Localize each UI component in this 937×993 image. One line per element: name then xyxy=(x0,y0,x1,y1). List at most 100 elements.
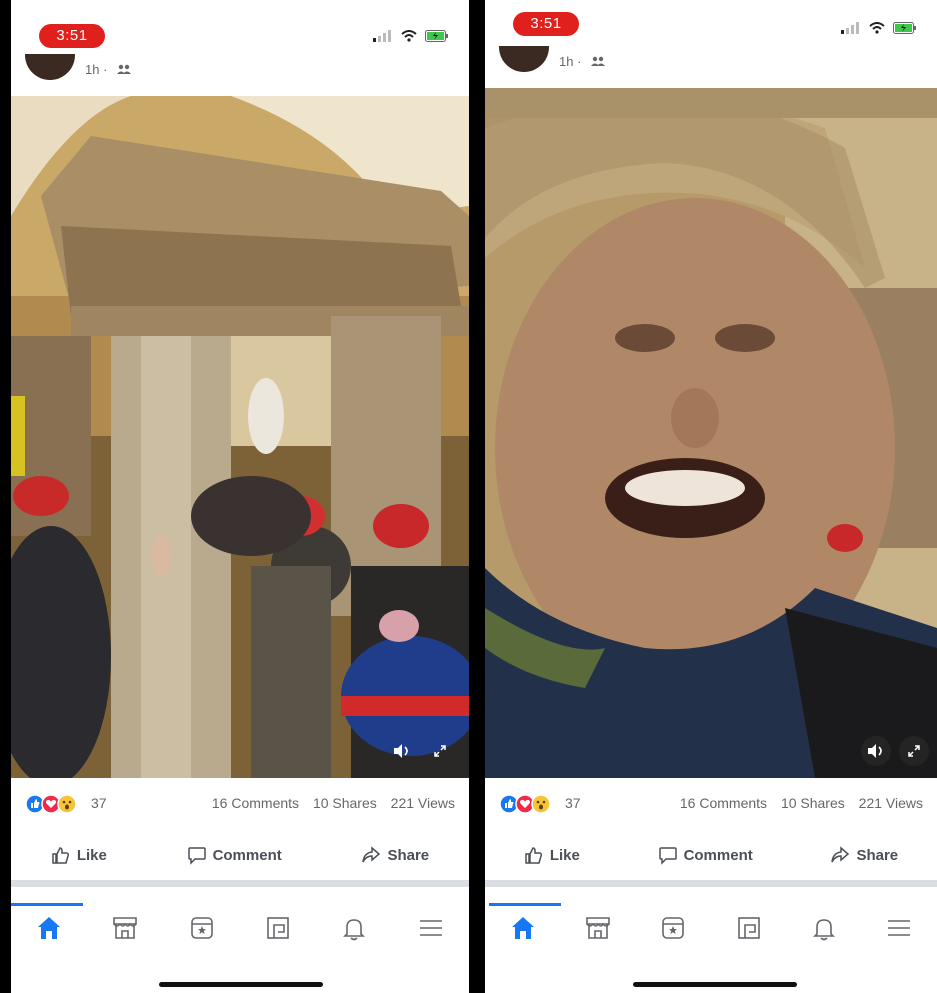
comment-button[interactable]: Comment xyxy=(658,838,753,872)
status-bar: 3:51 xyxy=(485,0,937,48)
post-stats: 16 Comments 10 Shares 221 Views xyxy=(202,795,455,811)
share-button[interactable]: Share xyxy=(830,838,898,872)
pages-icon xyxy=(662,916,685,939)
expand-icon xyxy=(434,745,446,757)
like-label: Like xyxy=(76,846,107,864)
reaction-count: 37 xyxy=(565,795,581,811)
tab-menu[interactable] xyxy=(417,914,445,947)
bell-icon xyxy=(813,918,835,940)
post-actions: Like Comment Share xyxy=(11,838,469,872)
like-button[interactable]: Like xyxy=(524,838,580,872)
wifi-icon xyxy=(401,30,417,42)
wow-reaction-icon xyxy=(531,794,551,814)
post-meta: 1h · xyxy=(25,54,325,84)
share-button[interactable]: Share xyxy=(361,838,429,872)
comment-button[interactable]: Comment xyxy=(187,838,282,872)
tab-feeds[interactable] xyxy=(735,914,763,947)
tab-pages[interactable] xyxy=(188,914,216,947)
divider xyxy=(11,880,469,887)
post-timestamp: 1h · xyxy=(85,62,108,77)
post-stats: 16 Comments 10 Shares 221 Views xyxy=(670,795,923,811)
fullscreen-button[interactable] xyxy=(899,736,929,766)
expand-icon xyxy=(908,745,920,757)
comment-label: Comment xyxy=(212,846,282,864)
status-time: 3:51 xyxy=(39,24,105,48)
feeds-icon xyxy=(737,916,760,939)
marketplace-icon xyxy=(586,916,610,939)
tab-pages[interactable] xyxy=(659,914,687,947)
bell-icon xyxy=(343,918,366,940)
tab-menu[interactable] xyxy=(885,914,913,947)
status-time: 3:51 xyxy=(513,12,579,36)
video-player[interactable] xyxy=(485,88,937,778)
thumbs-up-icon xyxy=(52,847,69,864)
comment-icon xyxy=(187,847,206,865)
tab-home[interactable] xyxy=(35,914,63,947)
avatar[interactable] xyxy=(25,54,75,80)
sound-button[interactable] xyxy=(861,736,891,766)
volume-icon xyxy=(868,744,882,758)
views-count: 221 Views xyxy=(858,795,923,811)
like-button[interactable]: Like xyxy=(51,838,107,872)
battery-icon xyxy=(425,30,448,42)
post-meta: 1h · xyxy=(499,46,799,76)
reaction-icons xyxy=(25,794,77,814)
tab-notifications[interactable] xyxy=(340,914,368,947)
tab-marketplace[interactable] xyxy=(111,914,139,947)
fullscreen-button[interactable] xyxy=(425,736,455,766)
signal-icon xyxy=(373,30,391,42)
status-icons xyxy=(373,30,449,42)
avatar[interactable] xyxy=(499,46,549,72)
video-player[interactable] xyxy=(11,96,469,778)
divider xyxy=(485,880,937,887)
tab-marketplace[interactable] xyxy=(584,914,612,947)
post-timestamp: 1h · xyxy=(559,54,582,69)
status-icons xyxy=(841,22,917,34)
sound-button[interactable] xyxy=(387,736,417,766)
tab-notifications[interactable] xyxy=(810,914,838,947)
volume-icon xyxy=(394,744,408,758)
post-actions: Like Comment Share xyxy=(485,838,937,872)
pages-icon xyxy=(191,916,213,939)
home-indicator xyxy=(633,982,797,987)
menu-icon xyxy=(419,919,442,936)
bottom-tab-bar xyxy=(11,898,469,962)
views-count: 221 Views xyxy=(390,795,455,811)
like-label: Like xyxy=(549,846,580,864)
home-icon xyxy=(38,916,61,939)
bottom-tab-bar xyxy=(485,898,937,962)
marketplace-icon xyxy=(113,916,138,939)
thumbs-up-icon xyxy=(525,847,542,864)
video-frame xyxy=(485,88,937,778)
reaction-count: 37 xyxy=(91,795,107,811)
shares-count[interactable]: 10 Shares xyxy=(781,795,845,811)
comments-count[interactable]: 16 Comments xyxy=(212,795,299,811)
reaction-icons xyxy=(499,794,551,814)
battery-icon xyxy=(893,22,916,34)
tab-home[interactable] xyxy=(509,914,537,947)
share-icon xyxy=(831,846,850,863)
video-frame xyxy=(11,96,469,778)
home-indicator xyxy=(159,982,323,987)
comment-icon xyxy=(658,847,677,865)
phone-screen-right: 3:51 1h · 37 16 Comments 10 Shares 221 V… xyxy=(485,0,937,993)
comments-count[interactable]: 16 Comments xyxy=(680,795,767,811)
reactions-summary[interactable]: 37 16 Comments 10 Shares 221 Views xyxy=(499,792,923,816)
share-icon xyxy=(362,846,381,863)
friends-icon xyxy=(591,56,605,66)
shares-count[interactable]: 10 Shares xyxy=(313,795,377,811)
home-icon xyxy=(511,916,534,939)
menu-icon xyxy=(888,919,911,936)
wow-reaction-icon xyxy=(57,794,77,814)
share-label: Share xyxy=(387,846,430,864)
reactions-summary[interactable]: 37 16 Comments 10 Shares 221 Views xyxy=(25,792,455,816)
phone-screen-left: 3:51 1h · 37 16 Comments 10 Shares 221 V… xyxy=(11,0,469,993)
friends-icon xyxy=(117,64,131,74)
feeds-icon xyxy=(267,916,289,939)
status-bar: 3:51 xyxy=(11,0,469,48)
tab-feeds[interactable] xyxy=(264,914,292,947)
share-label: Share xyxy=(856,846,899,864)
comment-label: Comment xyxy=(683,846,753,864)
wifi-icon xyxy=(869,22,885,34)
signal-icon xyxy=(841,22,859,34)
